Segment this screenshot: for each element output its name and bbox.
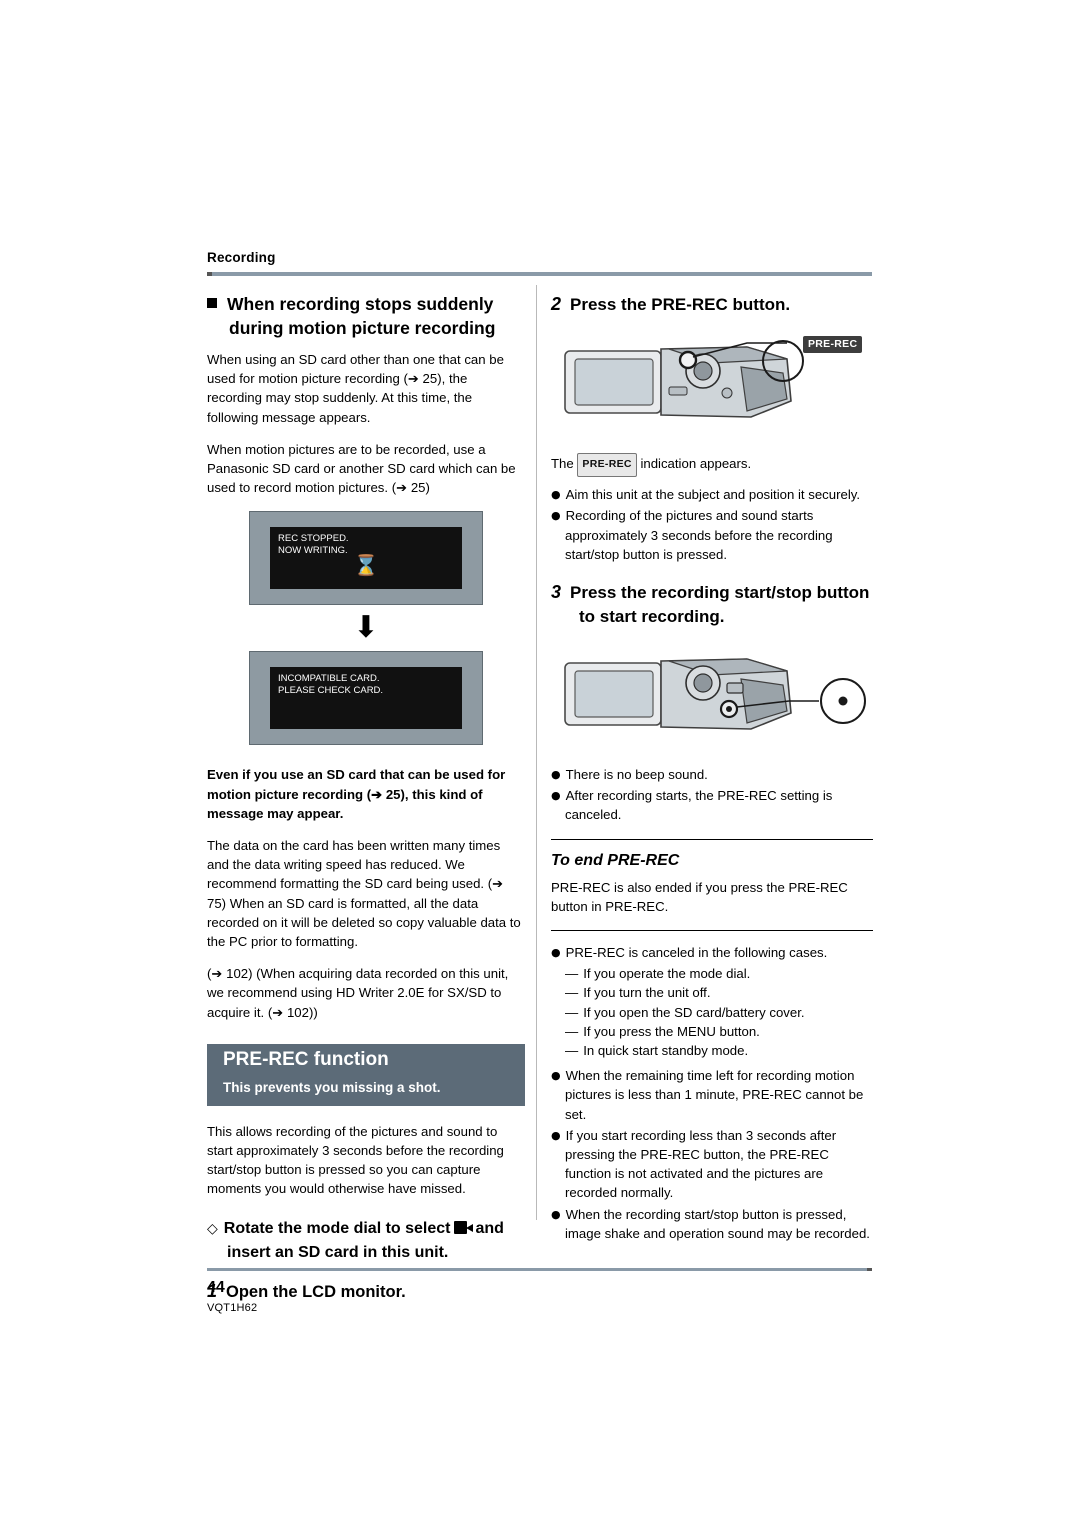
- bullet-list-step2: ● Aim this unit at the subject and positi…: [551, 485, 873, 564]
- list-item: — If you press the MENU button.: [565, 1022, 873, 1041]
- prerec-indication-line: The PRE-REC indication appears.: [551, 453, 873, 478]
- left-column: When recording stops suddenly during mot…: [207, 292, 525, 1310]
- lcd-message-box-1: REC STOPPED. NOW WRITING. ⌛: [249, 511, 483, 606]
- lcd-message-2-line2: PLEASE CHECK CARD.: [278, 685, 384, 697]
- step-2-number: 2: [551, 294, 562, 314]
- bullet-dot-icon: ●: [551, 1069, 561, 1083]
- bullet-text: Recording of the pictures and sound star…: [565, 508, 833, 562]
- step-3-text: Press the recording start/stop button to…: [570, 583, 870, 627]
- list-item: ● PRE-REC is canceled in the following ca…: [551, 943, 873, 962]
- left-paragraph-5: This allows recording of the pictures an…: [207, 1123, 504, 1197]
- lcd-screen-1: REC STOPPED. NOW WRITING. ⌛: [270, 527, 462, 590]
- list-item-text: If you operate the mode dial.: [583, 966, 751, 982]
- indication-appears-text: indication appears.: [640, 456, 752, 471]
- dash-bullet-icon: —: [565, 985, 579, 1001]
- step-2-text: Press the PRE-REC button.: [570, 295, 791, 314]
- lcd-message-2-line1: INCOMPATIBLE CARD.: [278, 673, 380, 685]
- cancel-cases-list: — If you operate the mode dial. — If you t…: [565, 964, 873, 1060]
- list-item: ● There is no beep sound.: [551, 765, 873, 784]
- divider-rule-top: [551, 838, 873, 840]
- down-arrow-icon: ⬇: [353, 610, 379, 646]
- bullet-text: When the recording start/stop button is …: [565, 1206, 870, 1241]
- dash-bullet-icon: —: [565, 1004, 579, 1020]
- list-item: — If you open the SD card/battery cover.: [565, 1003, 873, 1022]
- list-item-text: In quick start standby mode.: [583, 1043, 749, 1059]
- bullet-list-cancel: ● PRE-REC is canceled in the following ca…: [551, 943, 873, 962]
- list-item: — In quick start standby mode.: [565, 1041, 873, 1060]
- list-item: ● After recording starts, the PRE-REC set…: [551, 786, 873, 824]
- lcd-message-illustration: REC STOPPED. NOW WRITING. ⌛ ⬇ INCOMPATIB…: [207, 511, 525, 746]
- list-item: ● Aim this unit at the subject and positi…: [551, 485, 873, 504]
- list-item: ● Recording of the pictures and sound sta…: [551, 506, 873, 564]
- page-number: 44: [207, 1279, 225, 1296]
- bullet-text: There is no beep sound.: [565, 767, 708, 783]
- left-paragraph-3: The data on the card has been written ma…: [207, 838, 521, 950]
- lcd-screen-2: INCOMPATIBLE CARD. PLEASE CHECK CARD.: [270, 667, 462, 730]
- banner-title: PRE-REC function: [223, 1048, 389, 1070]
- header-rule: [207, 272, 872, 276]
- bullet-dot-icon: ●: [551, 789, 561, 803]
- the-word: The: [551, 456, 574, 471]
- left-paragraph-2: When motion pictures are to be recorded,…: [207, 441, 516, 496]
- column-divider: [536, 285, 537, 1220]
- bullet-list-step3: ● There is no beep sound. ● After recordin…: [551, 765, 873, 825]
- camcorder-illustration-record-button: [551, 639, 873, 751]
- dash-bullet-icon: —: [565, 1023, 579, 1039]
- left-paragraph-4: (➔ 102) (When acquiring data recorded on…: [207, 966, 509, 1020]
- bullet-list-notes: ● When the remaining time left for record…: [551, 1066, 873, 1243]
- to-end-prerec-body: PRE-REC is also ended if you press the P…: [551, 879, 848, 914]
- list-item: ● When the recording start/stop button is…: [551, 1205, 873, 1243]
- bullet-dot-icon: ●: [551, 1207, 561, 1221]
- bullet-text: If you start recording less than 3 secon…: [565, 1127, 837, 1201]
- list-item-text: If you turn the unit off.: [583, 985, 711, 1001]
- bullet-dot-icon: ●: [551, 1128, 561, 1142]
- camcorder-illustration-prerec-button: PRE-REC: [551, 327, 873, 439]
- step-2: 2 Press the PRE-REC button.: [551, 292, 873, 317]
- hourglass-icon: ⌛: [353, 553, 379, 578]
- page-section-label: Recording: [207, 250, 276, 265]
- dash-bullet-icon: —: [565, 966, 579, 982]
- prerec-indication-badge: PRE-REC: [577, 453, 637, 478]
- left-paragraph-1: When using an SD card other than one tha…: [207, 352, 504, 425]
- document-id: VQT1H62: [207, 1302, 258, 1314]
- step-3-number: 3: [551, 582, 562, 603]
- to-end-prerec-heading: To end PRE-REC: [551, 851, 680, 869]
- bullet-text: Aim this unit at the subject and positio…: [565, 487, 861, 503]
- section-heading-text: When recording stops suddenly during mot…: [227, 294, 496, 338]
- divider-rule-bottom: [551, 930, 873, 932]
- left-bold-note: Even if you use an SD card that can be u…: [207, 767, 506, 821]
- bullet-dot-icon: ●: [551, 946, 561, 960]
- mode-dial-instruction: ◇ Rotate the mode dial to select and inser…: [207, 1217, 525, 1264]
- section-heading: When recording stops suddenly during mot…: [207, 292, 525, 340]
- banner-subtitle: This prevents you missing a shot.: [223, 1079, 441, 1095]
- bullet-text: PRE-REC is canceled in the following cas…: [565, 945, 828, 961]
- mode-dial-instruction-text: Rotate the mode dial to select: [223, 1219, 451, 1237]
- prerec-function-banner: PRE-REC function This prevents you missi…: [207, 1043, 525, 1106]
- list-item: ● When the remaining time left for record…: [551, 1066, 873, 1124]
- prerec-button-badge: PRE-REC: [803, 336, 863, 353]
- bullet-dot-icon: ●: [551, 488, 561, 502]
- list-item: — If you turn the unit off.: [565, 983, 873, 1002]
- step-1-text: Open the LCD monitor.: [226, 1282, 406, 1301]
- footer-rule: [207, 1268, 872, 1271]
- step-3: 3 Press the recording start/stop button t…: [551, 580, 873, 629]
- bullet-text: After recording starts, the PRE-REC sett…: [565, 788, 833, 823]
- lcd-message-1-line1: REC STOPPED.: [278, 533, 349, 545]
- list-item: ● If you start recording less than 3 seco…: [551, 1126, 873, 1203]
- list-item-text: If you press the MENU button.: [583, 1023, 760, 1039]
- bullet-text: When the remaining time left for recordi…: [565, 1068, 864, 1122]
- step-1: 1 Open the LCD monitor.: [207, 1280, 525, 1304]
- movie-mode-icon: [453, 1220, 473, 1234]
- bullet-dot-icon: ●: [551, 509, 561, 523]
- square-bullet-icon: [207, 298, 217, 308]
- dash-bullet-icon: —: [565, 1043, 579, 1059]
- list-item: — If you operate the mode dial.: [565, 964, 873, 983]
- manual-page: Recording When recording stops suddenly …: [0, 0, 1080, 1528]
- diamond-bullet-icon: ◇: [207, 1220, 218, 1237]
- bullet-dot-icon: ●: [551, 768, 561, 782]
- list-item-text: If you open the SD card/battery cover.: [583, 1004, 805, 1020]
- right-column: 2 Press the PRE-REC button. PRE-REC The …: [551, 292, 873, 1245]
- lcd-message-box-2: INCOMPATIBLE CARD. PLEASE CHECK CARD.: [249, 651, 483, 746]
